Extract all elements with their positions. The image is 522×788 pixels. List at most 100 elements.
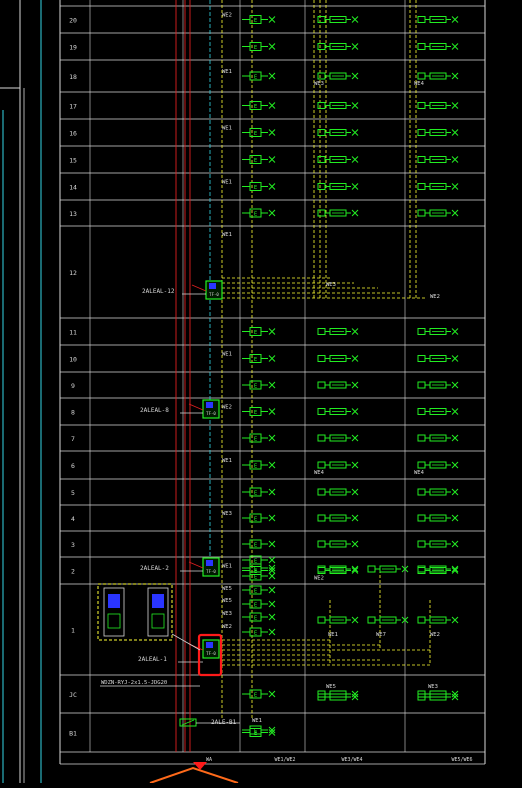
- riser-diagram: WA WE1/WE2 WE3/WE4 WE5/WE6 EEEEEEEEEEEEEEEE…: [0, 0, 522, 784]
- lamp-cross: [268, 600, 276, 608]
- lamp-fixture: E: [242, 612, 276, 622]
- tube-fixture: [317, 72, 359, 80]
- lamp-label: E: [254, 491, 257, 497]
- footer-label: WE5/WE6: [451, 757, 472, 763]
- tube-cross: [351, 514, 359, 522]
- tube-cap: [417, 72, 426, 80]
- lamp-fixture: E: [242, 460, 276, 470]
- tube-cap: [317, 183, 326, 190]
- tube-fixture: [317, 514, 359, 522]
- lamp-fixture: E: [242, 627, 276, 637]
- tube-cross: [351, 355, 359, 362]
- panel-indicator: [206, 402, 213, 408]
- lamp-label: E: [254, 616, 257, 622]
- tube-cross: [351, 129, 359, 136]
- tube-cap: [317, 488, 326, 496]
- floor-label: 14: [69, 184, 77, 192]
- lamp-label: E: [254, 631, 257, 637]
- tube-cross: [351, 693, 359, 701]
- wire-label: WE3: [314, 81, 324, 87]
- lamp-label: E: [254, 212, 257, 218]
- lamp-cross: [268, 408, 276, 415]
- lamp-cross: [268, 355, 276, 362]
- tube-fixture: [417, 102, 459, 109]
- tube-cross: [451, 434, 459, 442]
- panel-name: 2ALEAL-2: [140, 565, 169, 572]
- lamp-fixture: E: [242, 354, 276, 363]
- tube-cross: [351, 209, 359, 217]
- tube-fixture: [417, 616, 459, 624]
- lamp-cross: [268, 586, 276, 594]
- tube-cross: [351, 690, 359, 698]
- floor-label: 19: [69, 44, 77, 52]
- tube-fixture: [417, 381, 459, 389]
- tube-fixture: [417, 209, 459, 217]
- b1-panel: 2ALE-B1: [179, 718, 240, 727]
- wire-label: WE7: [376, 632, 386, 638]
- wire-label: WE1: [222, 352, 232, 358]
- wire-label: WE2: [430, 294, 440, 300]
- tube-fixture: [367, 565, 409, 573]
- panel-name: 2ALEAL-12: [142, 288, 175, 295]
- tube-cross: [351, 616, 359, 624]
- lamp-label: E: [254, 131, 257, 137]
- wire-label: WE4: [314, 470, 325, 476]
- lamp-cross: [268, 628, 276, 636]
- tube-cap: [317, 381, 326, 389]
- tube-fixture: [417, 567, 459, 574]
- tube-fixture: [317, 381, 359, 389]
- tube-cap: [317, 461, 326, 469]
- floor-label: 2: [71, 568, 75, 576]
- wire-label: WE1: [222, 180, 232, 186]
- floor-label: JC: [69, 691, 77, 699]
- wire-label: WE1: [222, 69, 232, 75]
- wire-label: WE1: [222, 126, 232, 132]
- tube-cross: [451, 381, 459, 389]
- tube-cap: [417, 183, 426, 190]
- tube-cap: [417, 565, 426, 573]
- tube-cross: [351, 156, 359, 163]
- tube-cross: [451, 129, 459, 136]
- tube-cap: [317, 156, 326, 163]
- lamp-label: E: [254, 185, 257, 191]
- floor-label: 3: [71, 541, 75, 549]
- tube-fixture: [417, 461, 459, 469]
- wire-label: WE4: [414, 470, 425, 476]
- lamp-label: E: [254, 18, 257, 24]
- tube-cap: [417, 43, 426, 50]
- tube-cap: [417, 488, 426, 496]
- lamp-fixture: E: [242, 513, 276, 523]
- panel-text: TF-0: [209, 292, 219, 297]
- tube-fixture: [417, 72, 459, 80]
- tube-cap: [367, 616, 376, 624]
- floor-label: 5: [71, 489, 75, 497]
- tube-cross: [351, 381, 359, 389]
- lamp-fixture: E: [242, 101, 276, 110]
- distribution-panel: TF-0 2ALEAL-12: [142, 280, 223, 300]
- floor-label: 20: [69, 17, 77, 25]
- floor-label: 12: [69, 269, 77, 277]
- tube-cap: [417, 408, 426, 415]
- tube-cap: [417, 514, 426, 522]
- lamp-cross: [268, 43, 276, 50]
- tube-cross: [351, 434, 359, 442]
- tube-fixture: [417, 540, 459, 548]
- lamp-cross: [268, 16, 276, 23]
- tube-cap: [367, 565, 376, 573]
- tube-cap: [417, 540, 426, 548]
- lamp-fixture: E: [242, 182, 276, 191]
- tube-fixture: [317, 16, 359, 23]
- lamp-label: E: [254, 543, 257, 549]
- footer-label: WE1/WE2: [274, 757, 295, 763]
- tube-cap: [417, 434, 426, 442]
- wire-label: WE5: [222, 598, 232, 604]
- lamp-label: E: [254, 729, 257, 735]
- cabinet-panel: [151, 613, 165, 629]
- lamp-label: E: [254, 104, 257, 110]
- lamp-fixture: E: [242, 380, 276, 390]
- tube-cross: [351, 183, 359, 190]
- wire-label: WE2: [222, 13, 232, 19]
- lamp-label: E: [254, 357, 257, 363]
- panel-feed: [188, 561, 204, 569]
- wire-label: WE2: [430, 632, 440, 638]
